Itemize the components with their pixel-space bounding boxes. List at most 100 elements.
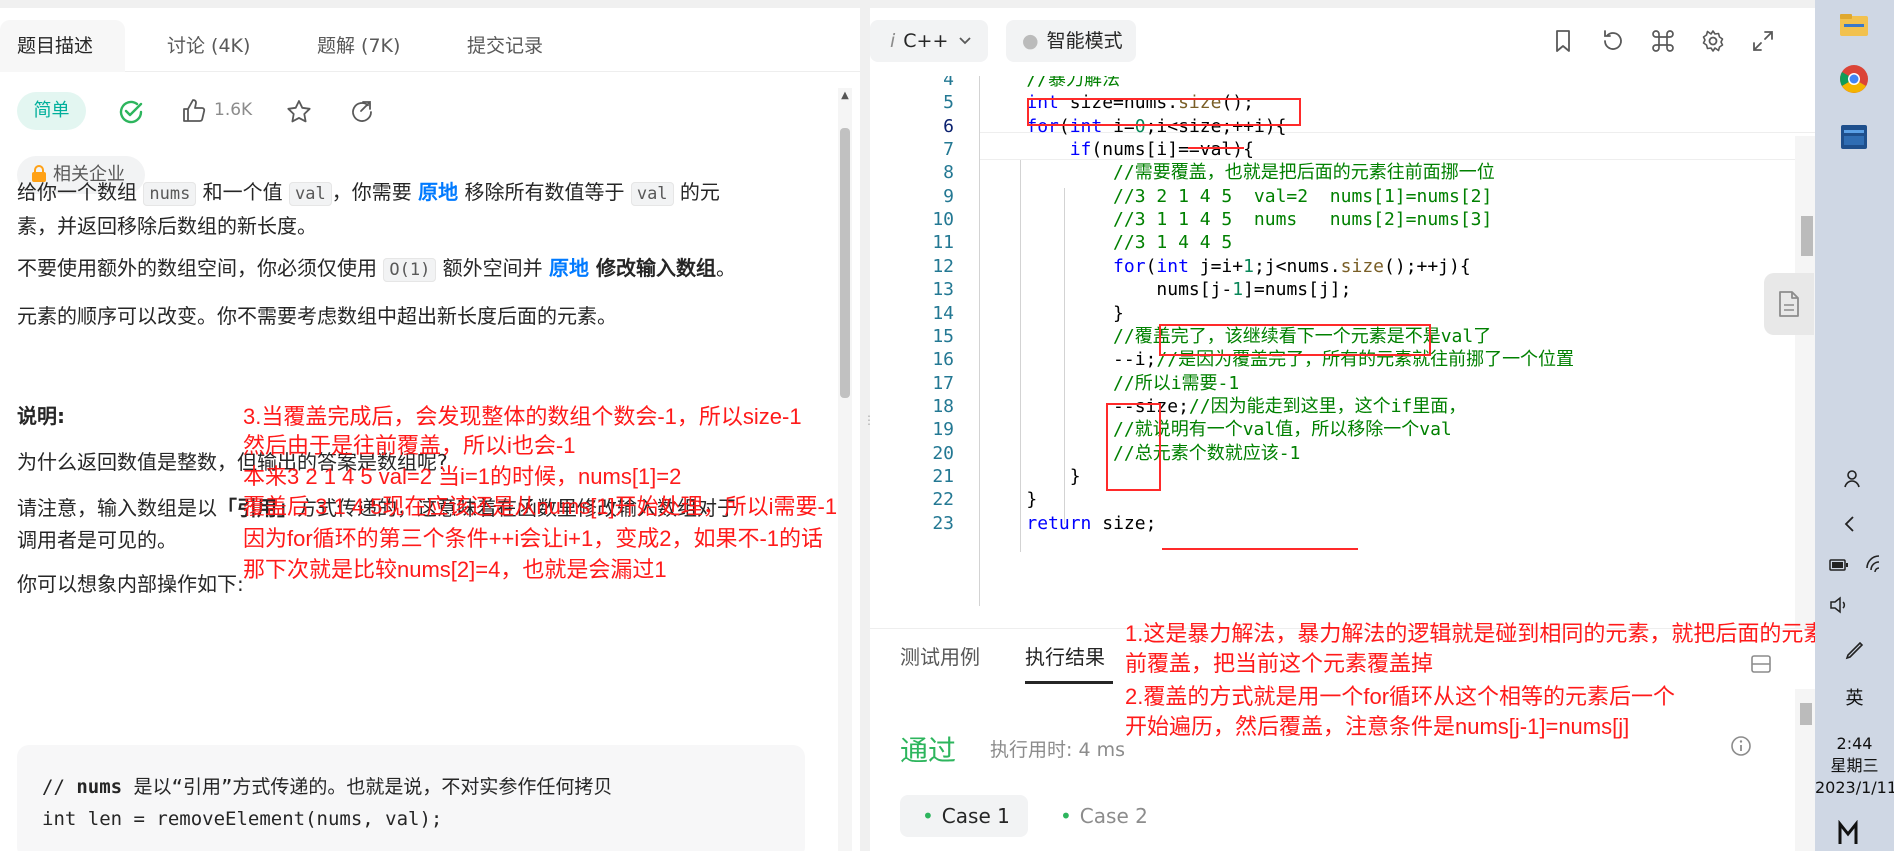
example-code-block: // nums 是以“引用”方式传递的。也就是说，不对实参作任何拷贝 int l… bbox=[17, 745, 805, 851]
code-token: ( bbox=[1145, 255, 1157, 277]
command-icon[interactable] bbox=[1650, 28, 1676, 54]
app-window-icon[interactable] bbox=[1837, 120, 1871, 154]
tab-solution[interactable]: 题解 (7K) bbox=[317, 20, 400, 72]
annotation-text: 3.当覆盖完成后，会发现整体的数组个数会-1，所以size-1 bbox=[243, 404, 802, 429]
annotation-underline bbox=[1188, 147, 1244, 149]
scrollbar-thumb[interactable] bbox=[840, 128, 850, 398]
annotation-text: 因为for循环的第三个条件++i会让i+1，变成2，如果不-1的话 bbox=[243, 526, 824, 551]
scrollbar-thumb[interactable] bbox=[1801, 216, 1813, 256]
annotation-underline bbox=[1162, 548, 1358, 550]
annotation-box bbox=[1159, 324, 1431, 356]
case-label: Case 1 bbox=[941, 804, 1010, 828]
pen-icon[interactable] bbox=[1843, 638, 1867, 662]
bold-text: 修改输入数组 bbox=[589, 256, 716, 280]
windows-taskbar: 英 2:44 星期三 2023/1/11 bbox=[1815, 0, 1894, 851]
highlight-link[interactable]: 原地 bbox=[418, 180, 458, 204]
tab-submissions[interactable]: 提交记录 bbox=[467, 20, 543, 72]
code-token: } bbox=[983, 465, 1081, 487]
code-token: } bbox=[983, 489, 1038, 511]
panel-splitter[interactable]: ⋮ bbox=[860, 8, 875, 851]
case-1-button[interactable]: • Case 1 bbox=[900, 795, 1028, 837]
code-line: 23 return size; bbox=[870, 510, 1815, 538]
annotation-text: 覆盖后 3 1 4 5现在应该还是从nums[1]开始处理，所以i需要-1 bbox=[243, 494, 838, 519]
annotation-text: 本来3 2 1 4 5 val=2 当i=1的时候，nums[1]=2 bbox=[243, 464, 682, 489]
wifi-icon[interactable] bbox=[1865, 554, 1887, 574]
reset-icon[interactable] bbox=[1600, 28, 1626, 54]
text: 是以“引用”方式传递的。也就是说，不对实参作任何拷贝 bbox=[122, 776, 613, 798]
code-token: 1 bbox=[1232, 279, 1244, 301]
info-icon[interactable] bbox=[1730, 735, 1752, 757]
text: 。 bbox=[716, 256, 736, 280]
app-logo-icon[interactable] bbox=[1837, 820, 1867, 846]
annotation-text: 然后由于是往前覆盖，所以i也会-1 bbox=[243, 433, 576, 458]
code-line: int len = removeElement(nums, val); bbox=[42, 808, 443, 830]
tab-discuss[interactable]: 讨论 (4K) bbox=[167, 20, 250, 72]
console-scrollbar[interactable] bbox=[1795, 689, 1815, 851]
text: // bbox=[42, 776, 77, 798]
notes-panel-button[interactable] bbox=[1764, 273, 1814, 335]
code-token: --i; bbox=[983, 349, 1157, 371]
window-top-bar bbox=[0, 0, 1815, 8]
annotation-text: 前覆盖，把当前这个元素覆盖掉 bbox=[1125, 651, 1434, 676]
problem-paragraph-2: 不要使用额外的数组空间，你必须仅使用 O(1) 额外空间并 原地 修改输入数组。 bbox=[17, 252, 807, 286]
annotation-text: 2.覆盖的方式就是用一个for循环从这个相等的元素后一个 bbox=[1125, 684, 1676, 709]
smart-mode-toggle[interactable]: ● 智能模式 bbox=[1006, 20, 1136, 62]
ime-indicator[interactable]: 英 bbox=[1815, 684, 1894, 710]
people-icon[interactable] bbox=[1843, 468, 1865, 490]
case-2-button[interactable]: • Case 2 bbox=[1038, 795, 1148, 837]
like-count: 1.6K bbox=[214, 100, 253, 120]
layout-icon[interactable] bbox=[1750, 654, 1772, 674]
file-explorer-icon[interactable] bbox=[1837, 8, 1871, 42]
share-icon[interactable] bbox=[348, 98, 376, 126]
text: 请注意，输入数组是以 bbox=[17, 496, 217, 520]
code-token: return bbox=[1026, 512, 1092, 534]
annotation-text: 那下次就是比较nums[2]=4，也就是会漏过1 bbox=[243, 557, 667, 582]
fullscreen-icon[interactable] bbox=[1750, 28, 1776, 54]
text: 的元 bbox=[673, 180, 720, 204]
editor-scrollbar[interactable] bbox=[1795, 136, 1815, 628]
line-number: 23 bbox=[932, 512, 954, 534]
bookmark-icon[interactable] bbox=[1550, 28, 1576, 54]
highlight-link[interactable]: 原地 bbox=[549, 256, 589, 280]
left-scrollbar[interactable]: ▲ bbox=[838, 88, 852, 851]
tab-result[interactable]: 执行结果 bbox=[1025, 641, 1105, 670]
annotation-text: 开始遍历，然后覆盖，注意条件是nums[j-1]=nums[j] bbox=[1125, 714, 1630, 739]
language-select[interactable]: i C++ bbox=[870, 20, 988, 62]
difficulty-badge: 简单 bbox=[17, 92, 86, 130]
problem-tabs: 题目描述 讨论 (4K) 题解 (7K) 提交记录 bbox=[0, 20, 860, 72]
code-token: //需要覆盖，也就是把后面的元素往前面挪一位 bbox=[983, 162, 1495, 184]
tab-testcase[interactable]: 测试用例 bbox=[900, 641, 980, 670]
star-icon[interactable] bbox=[285, 98, 313, 126]
chevron-down-icon bbox=[959, 37, 971, 45]
chevron-left-icon[interactable] bbox=[1843, 515, 1857, 533]
pass-dot-icon: • bbox=[1060, 804, 1072, 828]
scrollbar-thumb[interactable] bbox=[1800, 703, 1812, 725]
code-token: (nums[i]==val){ bbox=[1091, 139, 1254, 161]
gear-icon[interactable] bbox=[1700, 28, 1726, 54]
code-token: int bbox=[1156, 255, 1189, 277]
chrome-icon[interactable] bbox=[1837, 62, 1871, 96]
code-token: //就说明有一个val值，所以移除一个val bbox=[983, 419, 1452, 441]
text: 和一个值 bbox=[196, 180, 290, 204]
code-token: nums[j- bbox=[983, 279, 1233, 301]
battery-icon[interactable] bbox=[1829, 558, 1849, 572]
code-token: 1 bbox=[1243, 255, 1254, 277]
language-label: C++ bbox=[903, 30, 949, 52]
code-token: //因为能走到这里，这个if里面， bbox=[1188, 395, 1467, 417]
document-icon bbox=[1779, 291, 1799, 317]
code-token: ;j<nums. bbox=[1253, 255, 1341, 277]
info-glyph-icon: i bbox=[890, 30, 896, 52]
inline-code: val bbox=[289, 182, 332, 206]
volume-icon[interactable] bbox=[1829, 596, 1851, 614]
code-token: size; bbox=[1091, 512, 1157, 534]
text: 额外空间并 bbox=[436, 256, 550, 280]
inline-code: nums bbox=[143, 182, 197, 206]
taskbar-clock[interactable]: 2:44 星期三 2023/1/11 bbox=[1815, 733, 1894, 799]
thumbs-up-icon[interactable] bbox=[180, 97, 208, 125]
code-token: if bbox=[1069, 139, 1092, 161]
scroll-up-arrow-icon[interactable]: ▲ bbox=[838, 90, 852, 104]
tab-description[interactable]: 题目描述 bbox=[0, 20, 125, 72]
